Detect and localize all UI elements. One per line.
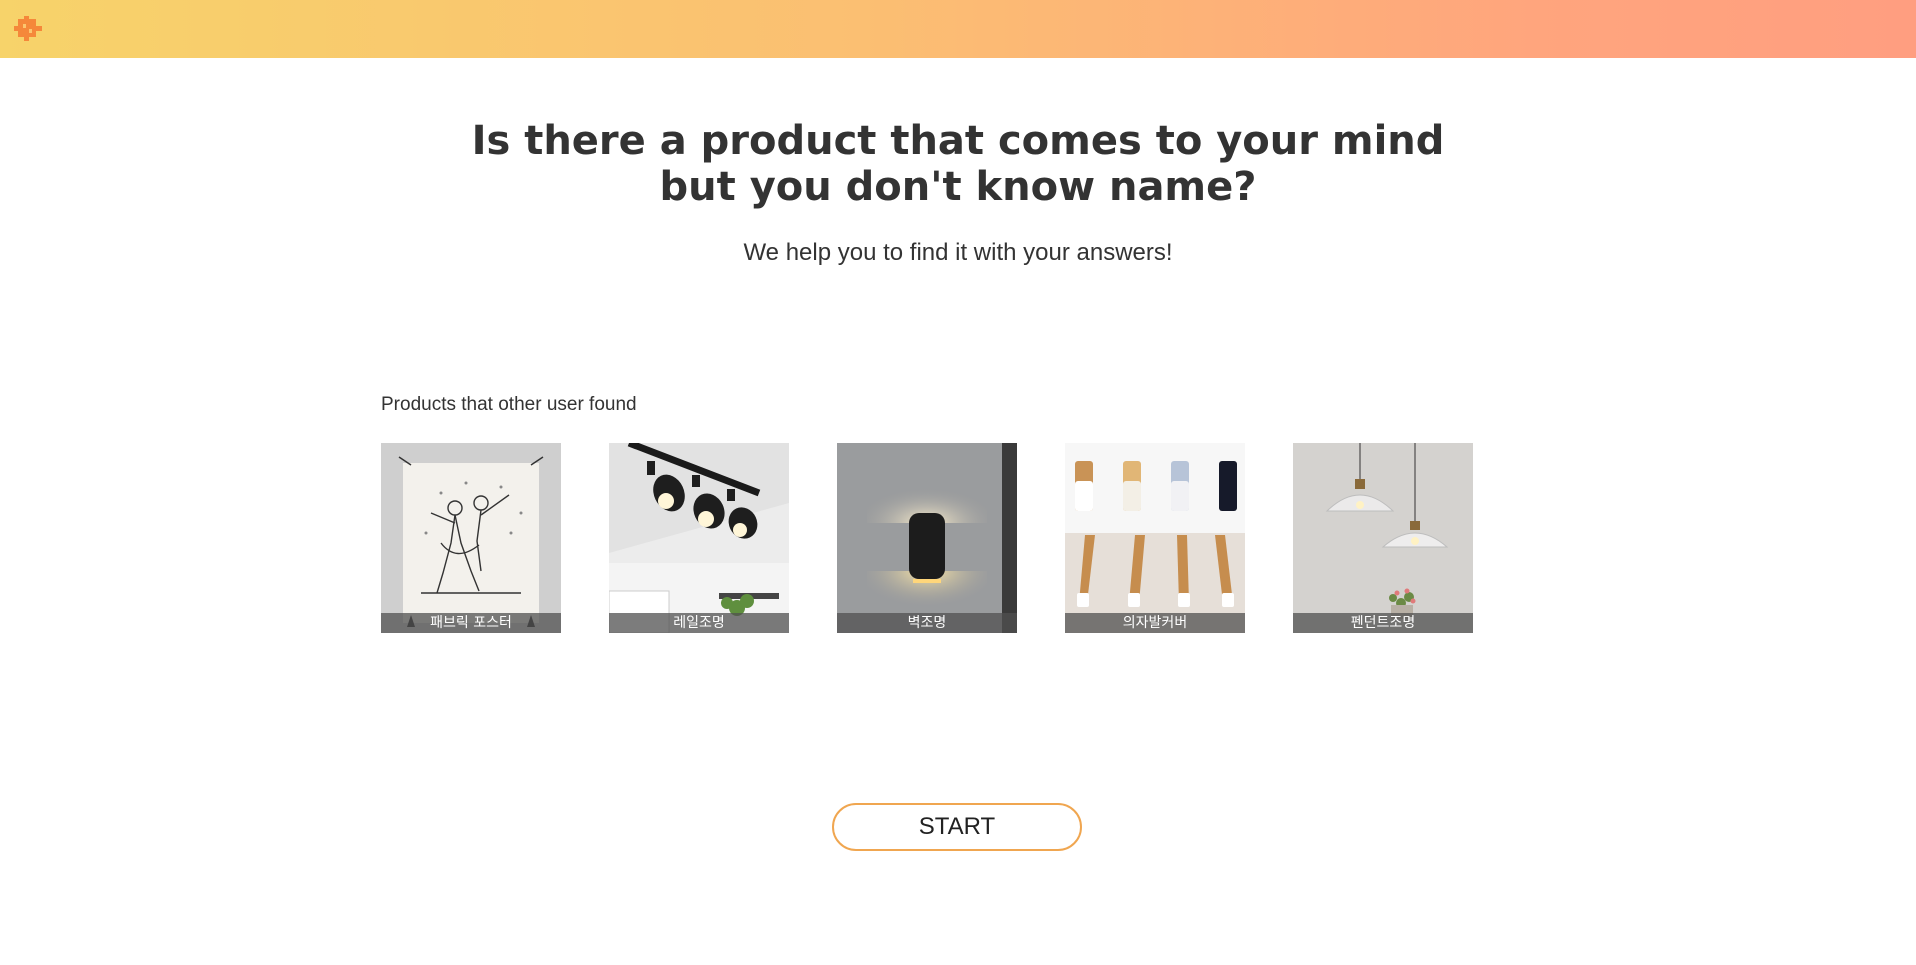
product-card-list: 패브릭 포스터 레일조명 벽조명 의자발커버 펜던트조명	[381, 443, 1473, 633]
hero-title-line1: Is there a product that comes to your mi…	[471, 118, 1445, 164]
puzzle-piece-icon[interactable]	[14, 16, 44, 42]
wall-lamp-image	[837, 443, 1017, 633]
product-card-chair-leg-cover[interactable]: 의자발커버	[1065, 443, 1245, 633]
fabric-poster-image	[381, 443, 561, 633]
hero-subtitle: We help you to find it with your answers…	[743, 239, 1173, 266]
product-card-pendant-lamp[interactable]: 펜던트조명	[1293, 443, 1473, 633]
product-label: 패브릭 포스터	[381, 613, 561, 633]
hero-title: Is there a product that comes to your mi…	[0, 118, 1916, 210]
chair-leg-cover-image	[1065, 443, 1245, 633]
products-section-label: Products that other user found	[381, 394, 637, 415]
rail-lighting-image	[609, 443, 789, 633]
product-label: 벽조명	[837, 613, 1017, 633]
product-label: 펜던트조명	[1293, 613, 1473, 633]
pendant-lamp-image	[1293, 443, 1473, 633]
start-button[interactable]: START	[832, 803, 1082, 851]
product-card-fabric-poster[interactable]: 패브릭 포스터	[381, 443, 561, 633]
product-label: 레일조명	[609, 613, 789, 633]
hero-title-line2: but you don't know name?	[659, 164, 1257, 210]
product-card-wall-lamp[interactable]: 벽조명	[837, 443, 1017, 633]
product-card-rail-lighting[interactable]: 레일조명	[609, 443, 789, 633]
product-label: 의자발커버	[1065, 613, 1245, 633]
top-header-bar	[0, 0, 1916, 58]
